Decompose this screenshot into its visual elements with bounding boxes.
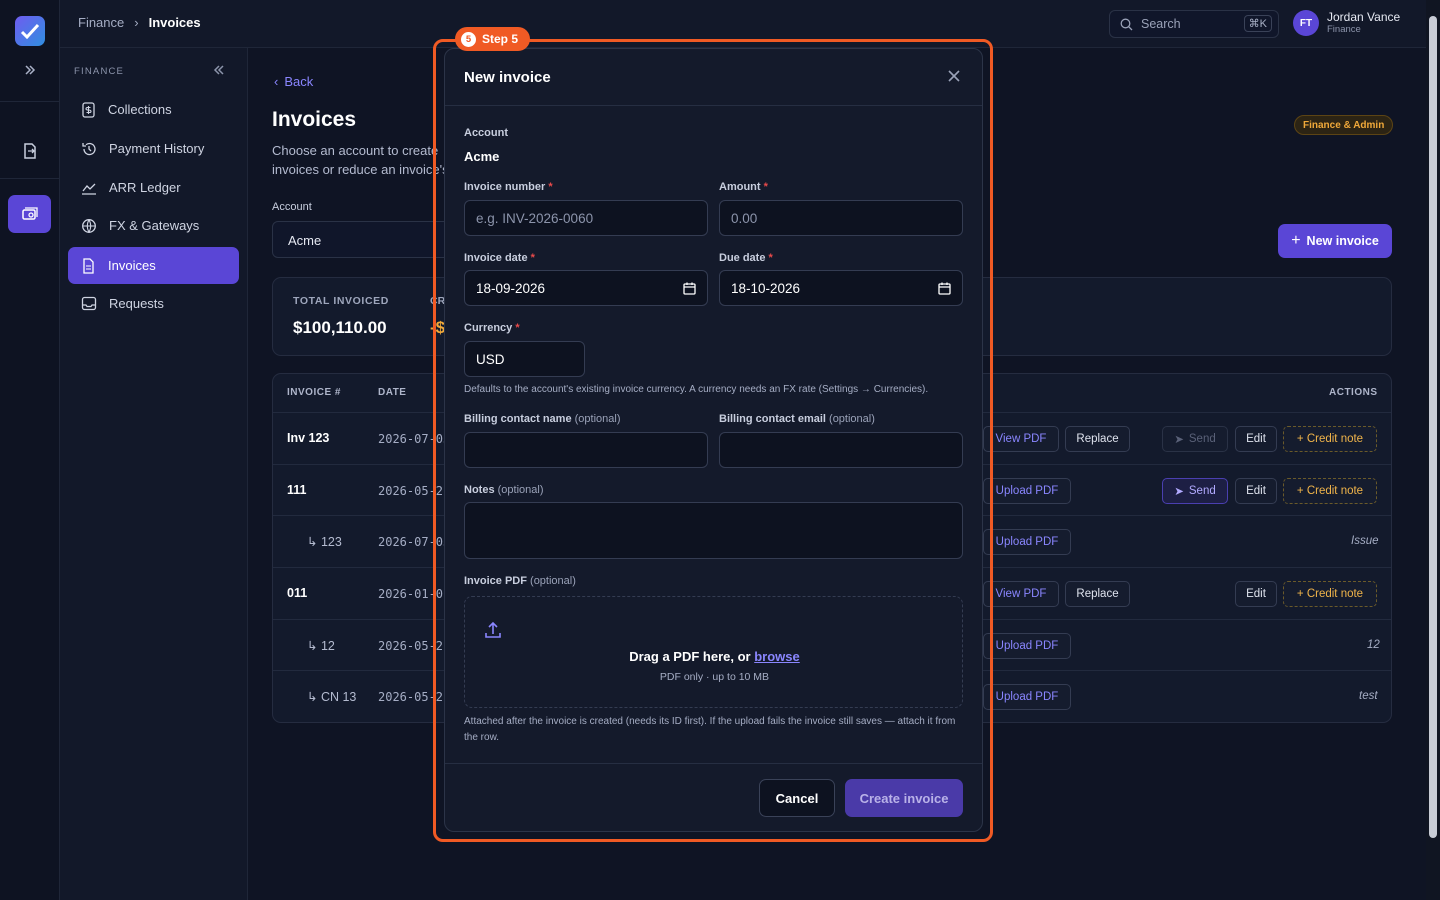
tour-step-badge: 5 Step 5 [455, 27, 531, 51]
currency-label: Currency * [464, 322, 520, 334]
dropzone-text: Drag a PDF here, or browse [465, 649, 964, 664]
optional-tag: (optional) [829, 413, 875, 425]
cancel-button[interactable]: Cancel [759, 779, 835, 817]
billing-name-label: Billing contact name (optional) [464, 413, 621, 425]
invoice-date-label: Invoice date * [464, 252, 535, 264]
optional-tag: (optional) [530, 575, 576, 587]
notes-label: Notes (optional) [464, 484, 543, 496]
invoice-date-value: 18-09-2026 [476, 280, 546, 296]
invoice-number-label: Invoice number * [464, 181, 553, 193]
currency-field[interactable]: USD [464, 341, 585, 377]
invoice-number-field[interactable]: e.g. INV-2026-0060 [464, 200, 708, 236]
step-number: 5 [461, 31, 476, 47]
pdf-label-text: Invoice PDF [464, 575, 527, 587]
pdf-dropzone[interactable]: Drag a PDF here, or browse PDF only · up… [464, 596, 963, 708]
billing-email-label: Billing contact email (optional) [719, 413, 875, 425]
due-date-value: 18-10-2026 [731, 280, 801, 296]
due-date-label-text: Due date [719, 252, 766, 264]
due-date-field[interactable]: 18-10-2026 [719, 270, 963, 306]
notes-label-text: Notes [464, 484, 495, 496]
currency-help: Defaults to the account's existing invoi… [464, 384, 929, 395]
due-date-label: Due date * [719, 252, 773, 264]
billing-name-field[interactable] [464, 432, 708, 468]
modal-title: New invoice [464, 69, 551, 86]
invoice-date-label-text: Invoice date [464, 252, 528, 264]
dropzone-prompt: Drag a PDF here, or [629, 649, 751, 664]
amount-label: Amount * [719, 181, 768, 193]
account-label: Account [464, 127, 508, 139]
optional-tag: (optional) [574, 413, 621, 425]
browse-link[interactable]: browse [754, 649, 800, 664]
close-icon[interactable] [947, 69, 961, 88]
calendar-icon[interactable] [938, 282, 951, 295]
amount-field[interactable]: 0.00 [719, 200, 963, 236]
calendar-icon[interactable] [683, 282, 696, 295]
pdf-help: Attached after the invoice is created (n… [464, 716, 956, 743]
billing-email-label-text: Billing contact email [719, 413, 826, 425]
create-invoice-button[interactable]: Create invoice [845, 779, 963, 817]
billing-email-field[interactable] [719, 432, 963, 468]
billing-name-label-text: Billing contact name [464, 413, 572, 425]
optional-tag: (optional) [497, 484, 544, 496]
account-value: Acme [464, 149, 500, 164]
amount-label-text: Amount [719, 181, 761, 193]
invoice-date-field[interactable]: 18-09-2026 [464, 270, 708, 306]
currency-label-text: Currency [464, 322, 513, 334]
step-label: Step 5 [482, 32, 519, 46]
modal-overlay: New invoice Account Acme Invoice number … [0, 0, 1440, 900]
notes-textarea[interactable] [464, 502, 963, 559]
invoice-number-label-text: Invoice number [464, 181, 546, 193]
upload-icon [485, 621, 501, 638]
pdf-label: Invoice PDF (optional) [464, 575, 576, 587]
new-invoice-modal: New invoice Account Acme Invoice number … [444, 48, 983, 832]
dropzone-hint: PDF only · up to 10 MB [659, 671, 770, 683]
